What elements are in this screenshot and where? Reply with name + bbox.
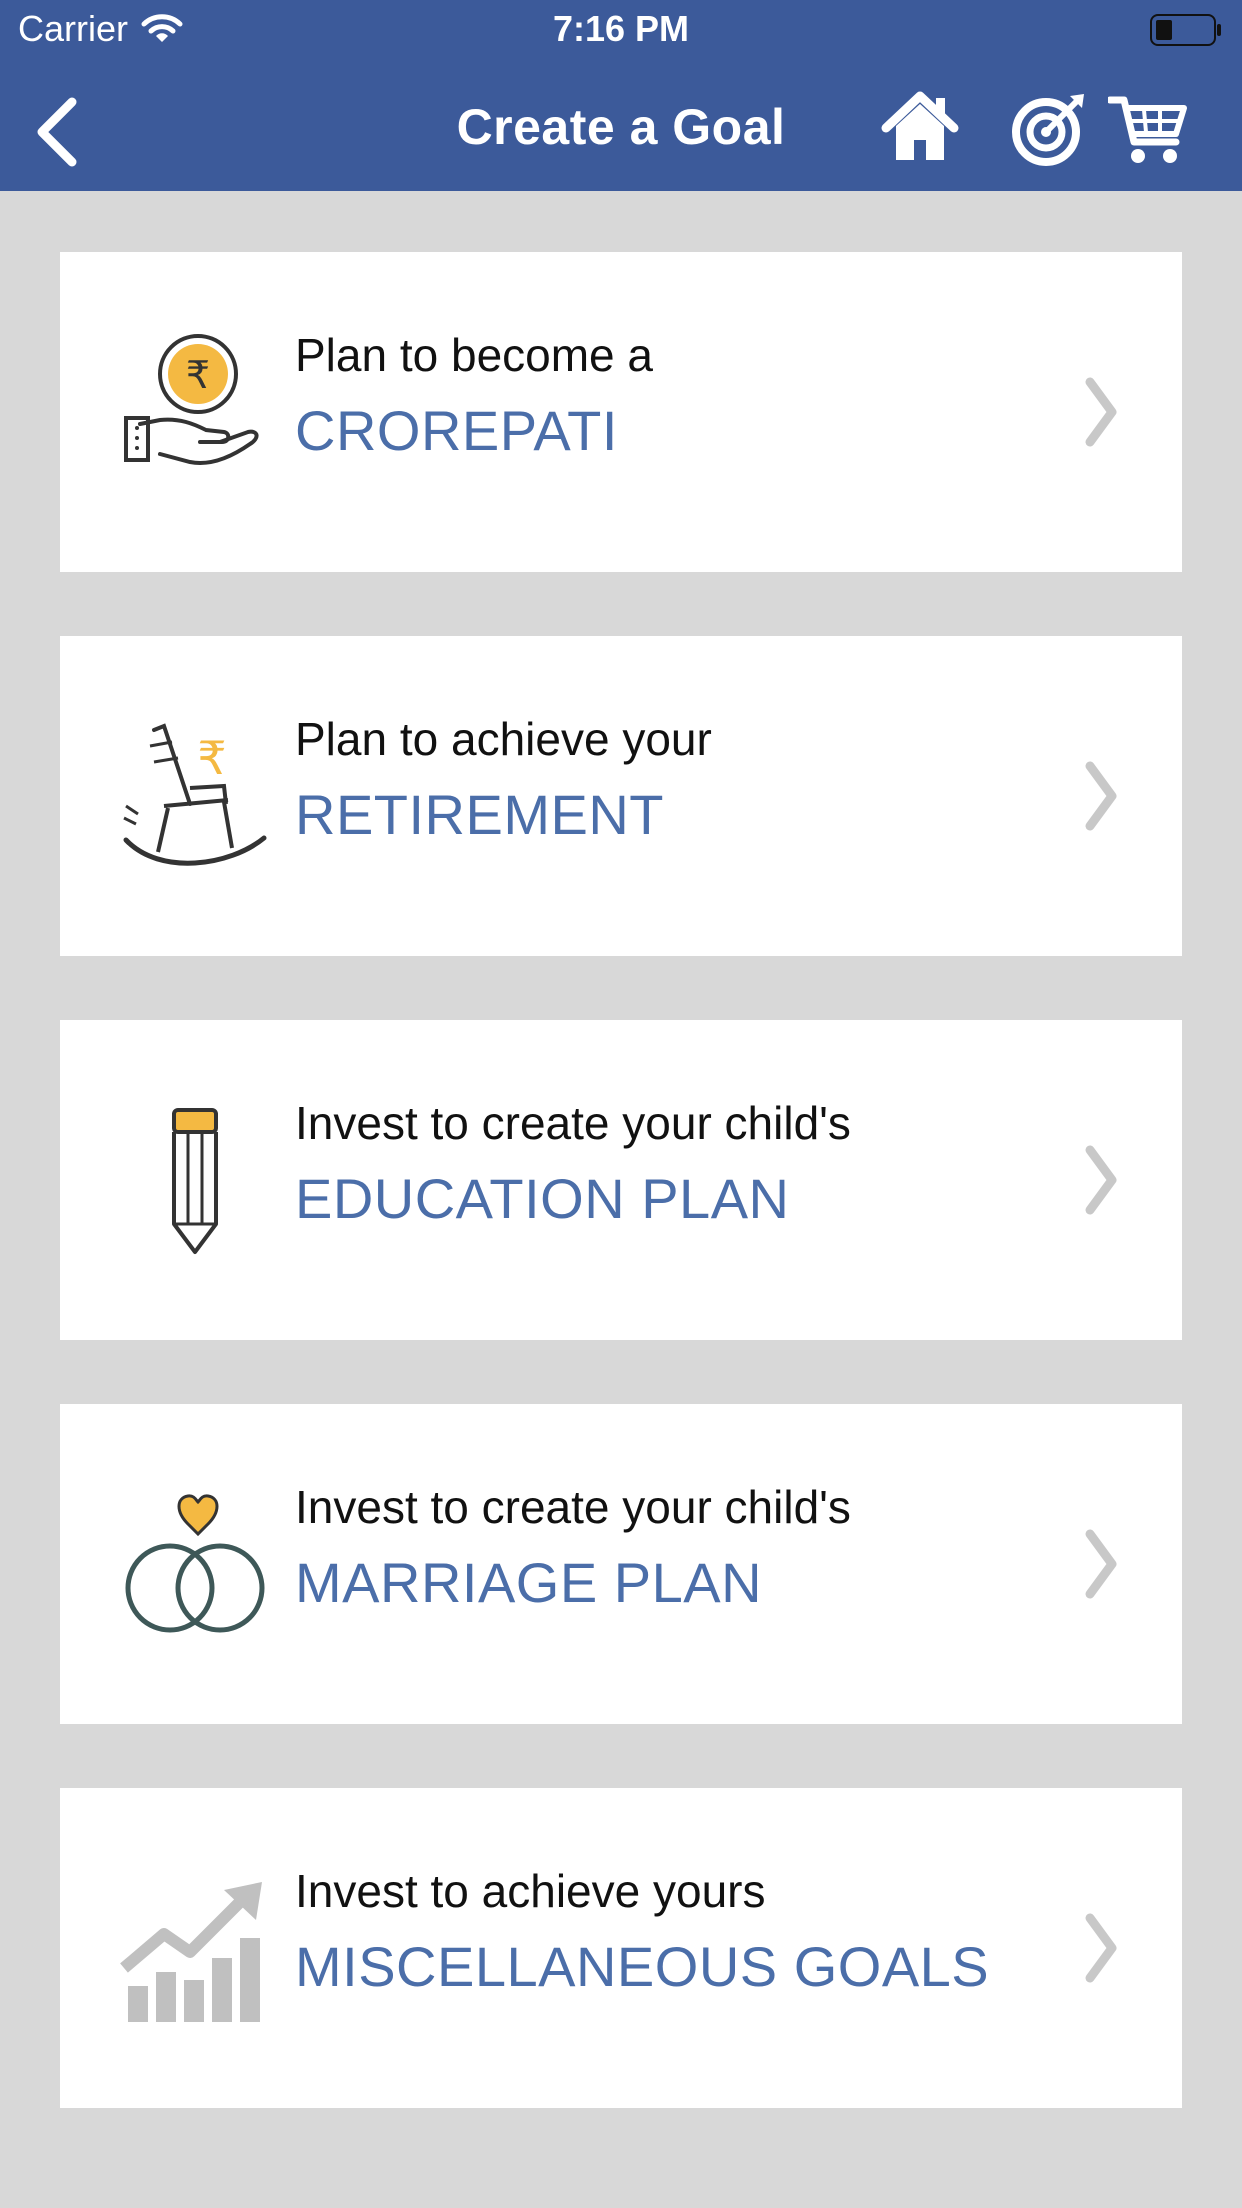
goal-title: CROREPATI — [295, 399, 618, 462]
status-time: 7:16 PM — [552, 8, 690, 49]
rings-heart-icon — [125, 1494, 265, 1633]
goal-title: RETIREMENT — [295, 783, 664, 846]
svg-text:₹: ₹ — [197, 731, 226, 785]
goal-title: MARRIAGE PLAN — [295, 1551, 763, 1614]
goal-subtitle: Plan to achieve your — [295, 713, 712, 765]
goal-title: MISCELLANEOUS GOALS — [295, 1935, 990, 1998]
goal-subtitle: Plan to become a — [295, 329, 654, 381]
cart-icon[interactable] — [1108, 88, 1188, 168]
target-icon[interactable] — [1008, 88, 1088, 168]
chevron-right-icon — [1085, 761, 1117, 831]
hand-coin-icon: ₹ — [124, 334, 259, 465]
goal-card-crorepati[interactable]: ₹ Plan to become a CROREPATI — [60, 252, 1182, 572]
svg-text:₹: ₹ — [186, 353, 210, 397]
home-icon[interactable] — [880, 88, 960, 168]
nav-bar: Create a Goal — [0, 70, 1242, 191]
goal-card-education[interactable]: Invest to create your child's EDUCATION … — [60, 1020, 1182, 1340]
chevron-right-icon — [1085, 377, 1117, 447]
goal-card-miscellaneous[interactable]: Invest to achieve yours MISCELLANEOUS GO… — [60, 1788, 1182, 2108]
pencil-icon — [172, 1108, 218, 1254]
goal-subtitle: Invest to create your child's — [295, 1097, 851, 1149]
goal-title: EDUCATION PLAN — [295, 1167, 790, 1230]
chevron-right-icon — [1085, 1913, 1117, 1983]
top-bar: Carrier 7:16 PM Create a Goal — [0, 0, 1242, 191]
rocking-chair-icon: ₹ — [123, 723, 267, 866]
chevron-right-icon — [1085, 1529, 1117, 1599]
growth-chart-icon — [120, 1882, 262, 2022]
goal-subtitle: Invest to create your child's — [295, 1481, 851, 1533]
goal-card-marriage[interactable]: Invest to create your child's MARRIAGE P… — [60, 1404, 1182, 1724]
goal-subtitle: Invest to achieve yours — [295, 1865, 766, 1917]
status-bar: Carrier 7:16 PM — [0, 0, 1242, 60]
chevron-right-icon — [1085, 1145, 1117, 1215]
battery-icon — [1150, 14, 1221, 46]
goal-card-retirement[interactable]: ₹ Plan to achieve your RETIREMENT — [60, 636, 1182, 956]
